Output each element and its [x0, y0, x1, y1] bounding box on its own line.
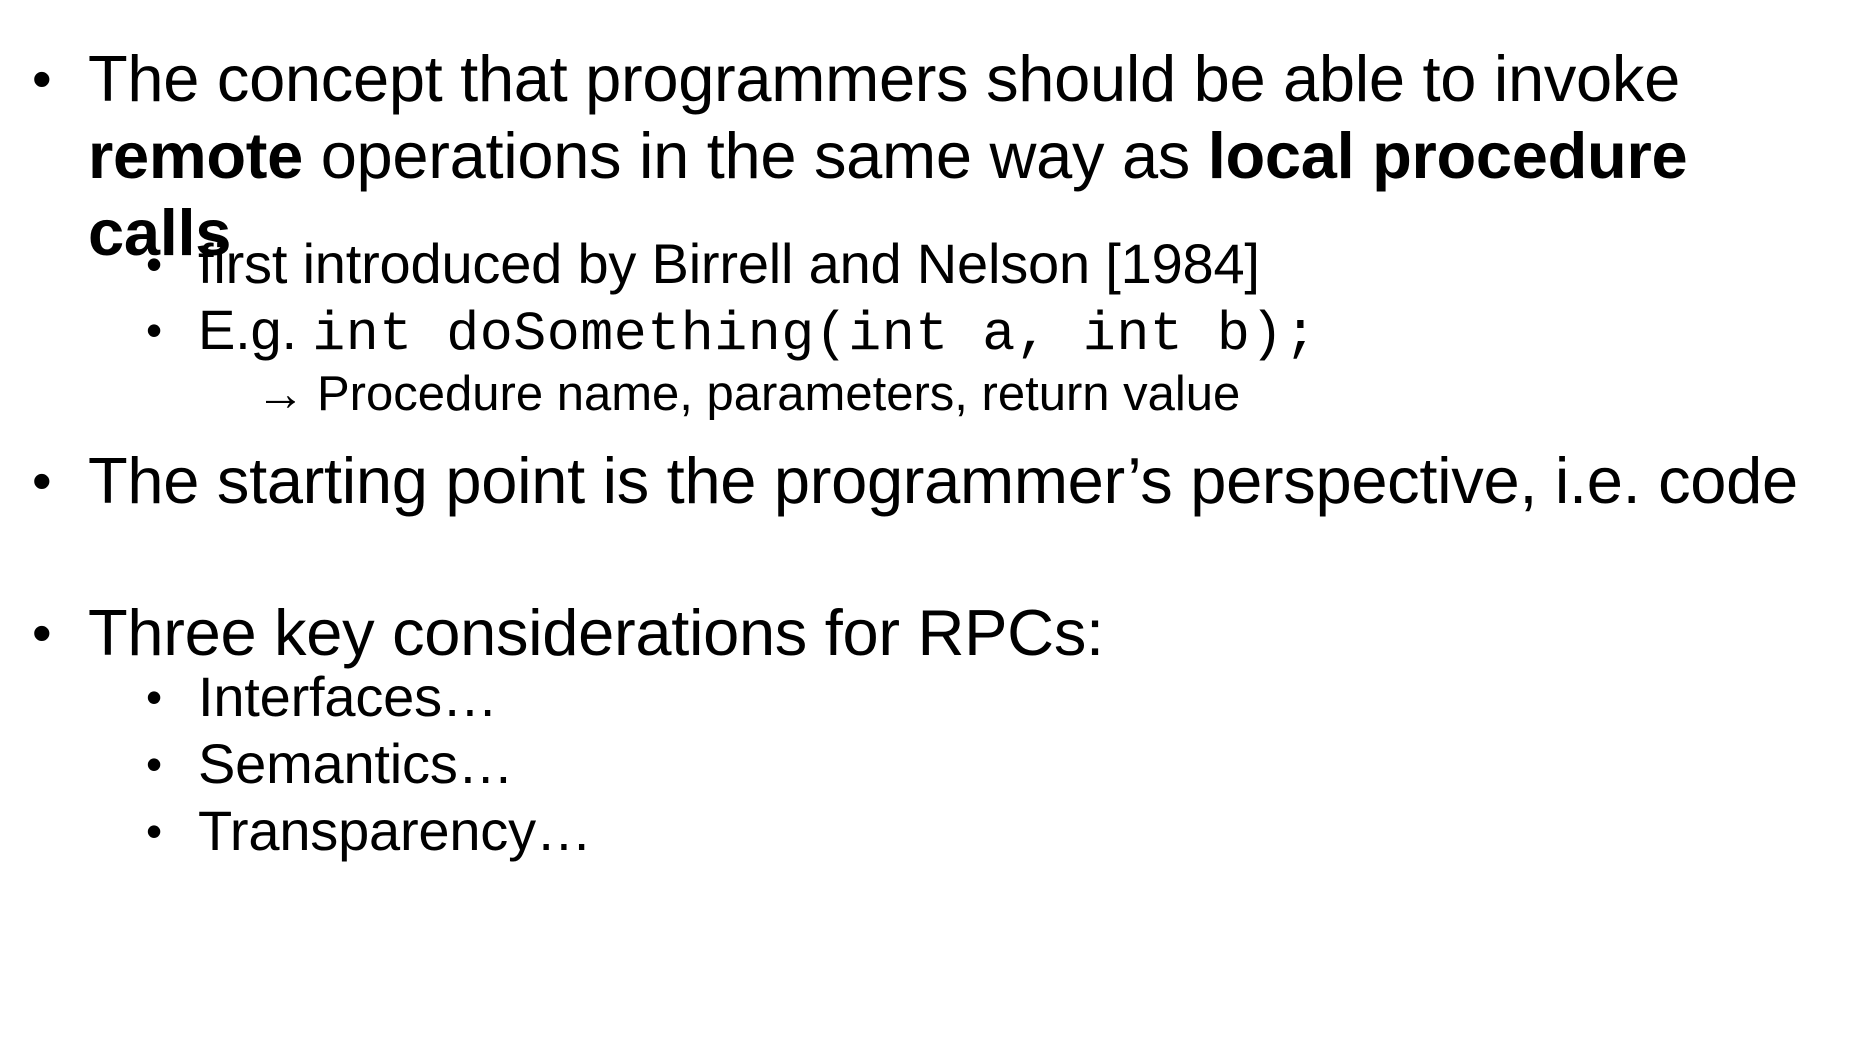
bullet-icon: • [32, 47, 52, 110]
subbullet-birrell-nelson: • first introduced by Birrell and Nelson… [146, 232, 1260, 296]
bullet-icon: • [146, 805, 162, 857]
bullet-text-bold-remote: remote [88, 119, 303, 192]
subbullet-text: Transparency… [198, 799, 592, 862]
bullet-text: The starting point is the programmer’s p… [88, 444, 1798, 517]
subbullet-transparency: • Transparency… [146, 799, 592, 863]
bullet-text: Three key considerations for RPCs: [88, 596, 1104, 669]
bullet-icon: • [32, 601, 52, 664]
slide: • The concept that programmers should be… [0, 0, 1854, 1050]
subbullet-text: Semantics… [198, 732, 514, 795]
bullet-icon: • [146, 738, 162, 790]
subbullet-example-prefix: E.g. [198, 298, 313, 361]
arrow-right-icon: → [256, 367, 305, 421]
code-snippet: int doSomething(int a, int b); [312, 303, 1318, 366]
bullet-icon: • [146, 671, 162, 723]
bullet-key-considerations: • Three key considerations for RPCs: [32, 594, 1828, 671]
subbullet-example: • E.g. int doSomething(int a, int b); [146, 298, 1318, 367]
bullet-text-part1: The concept that programmers should be a… [88, 42, 1680, 115]
bullet-programmer-perspective: • The starting point is the programmer’s… [32, 442, 1828, 519]
example-detail: → Procedure name, parameters, return valu… [256, 366, 1240, 422]
subbullet-text: Interfaces… [198, 665, 498, 728]
bullet-icon: • [146, 304, 162, 356]
subbullet-semantics: • Semantics… [146, 732, 514, 796]
subbullet-text: first introduced by Birrell and Nelson [… [198, 232, 1260, 295]
bullet-text-part2: operations in the same way as [302, 119, 1208, 192]
example-detail-text: Procedure name, parameters, return value [317, 367, 1241, 421]
subbullet-interfaces: • Interfaces… [146, 665, 498, 729]
bullet-icon: • [32, 449, 52, 512]
bullet-icon: • [146, 238, 162, 290]
